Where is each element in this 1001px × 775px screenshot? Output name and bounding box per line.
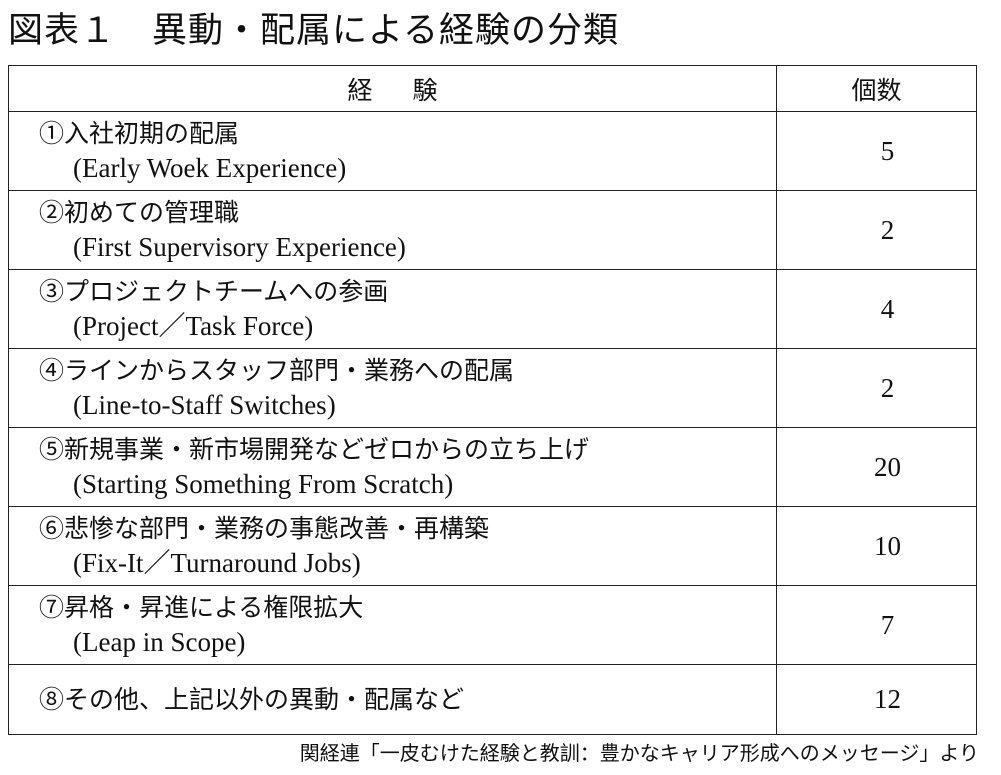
header-experience: 経験 (8, 65, 777, 112)
table-header-row: 経験 個数 (8, 65, 977, 112)
table-row: ②初めての管理職 (First Supervisory Experience) … (8, 190, 977, 270)
experience-cell: ①入社初期の配属 (Early Woek Experience) (8, 111, 777, 191)
table-row: ⑦昇格・昇進による権限拡大 (Leap in Scope) 7 (8, 585, 977, 665)
experience-jp: ⑥悲惨な部門・業務の事態改善・再構築 (39, 514, 490, 543)
experience-jp: ③プロジェクトチームへの参画 (39, 277, 389, 306)
header-count: 個数 (776, 65, 977, 112)
source-note: 関経連「一皮むけた経験と教訓：豊かなキャリア形成へのメッセージ」より (299, 741, 979, 765)
experience-en: (First Supervisory Experience) (73, 232, 406, 262)
experience-en: (Starting Something From Scratch) (73, 469, 454, 499)
experience-jp: ④ラインからスタッフ部門・業務への配属 (39, 356, 515, 385)
experience-cell: ④ラインからスタッフ部門・業務への配属 (Line-to-Staff Switc… (8, 348, 777, 428)
experience-jp: ⑦昇格・昇進による権限拡大 (39, 593, 364, 622)
experience-cell: ⑦昇格・昇進による権限拡大 (Leap in Scope) (8, 585, 777, 665)
experience-jp: ②初めての管理職 (39, 198, 240, 227)
experience-en: (Leap in Scope) (73, 627, 246, 657)
experience-cell: ⑥悲惨な部門・業務の事態改善・再構築 (Fix-It／Turnaround Jo… (8, 506, 777, 586)
table-row: ⑤新規事業・新市場開発などゼロからの立ち上げ (Starting Somethi… (8, 427, 977, 507)
experience-jp: ①入社初期の配属 (39, 119, 240, 148)
header-experience-char-1: 経 (347, 75, 373, 105)
count-cell: 20 (776, 427, 977, 507)
count-cell: 7 (776, 585, 977, 665)
count-cell: 2 (776, 190, 977, 270)
experience-cell: ③プロジェクトチームへの参画 (Project／Task Force) (8, 269, 777, 349)
experience-en: (Early Woek Experience) (73, 153, 347, 183)
experience-en: (Fix-It／Turnaround Jobs) (73, 548, 361, 578)
experience-cell: ⑧その他、上記以外の異動・配属など (8, 664, 777, 735)
experience-jp: ⑤新規事業・新市場開発などゼロからの立ち上げ (39, 435, 590, 464)
experience-table: 経験 個数 ①入社初期の配属 (Early Woek Experience) 5… (8, 65, 977, 735)
table-row: ③プロジェクトチームへの参画 (Project／Task Force) 4 (8, 269, 977, 349)
table-row: ⑧その他、上記以外の異動・配属など 12 (8, 664, 977, 735)
count-cell: 4 (776, 269, 977, 349)
page-title: 図表１ 異動・配属による経験の分類 (8, 11, 619, 51)
experience-cell: ②初めての管理職 (First Supervisory Experience) (8, 190, 777, 270)
count-cell: 2 (776, 348, 977, 428)
experience-en: (Line-to-Staff Switches) (73, 390, 336, 420)
count-cell: 5 (776, 111, 977, 191)
table-row: ①入社初期の配属 (Early Woek Experience) 5 (8, 111, 977, 191)
table-row: ⑥悲惨な部門・業務の事態改善・再構築 (Fix-It／Turnaround Jo… (8, 506, 977, 586)
count-cell: 12 (776, 664, 977, 735)
header-experience-char-2: 験 (412, 75, 438, 105)
experience-jp: ⑧その他、上記以外の異動・配属など (39, 684, 465, 714)
count-cell: 10 (776, 506, 977, 586)
experience-en: (Project／Task Force) (73, 311, 314, 341)
experience-cell: ⑤新規事業・新市場開発などゼロからの立ち上げ (Starting Somethi… (8, 427, 777, 507)
table-row: ④ラインからスタッフ部門・業務への配属 (Line-to-Staff Switc… (8, 348, 977, 428)
